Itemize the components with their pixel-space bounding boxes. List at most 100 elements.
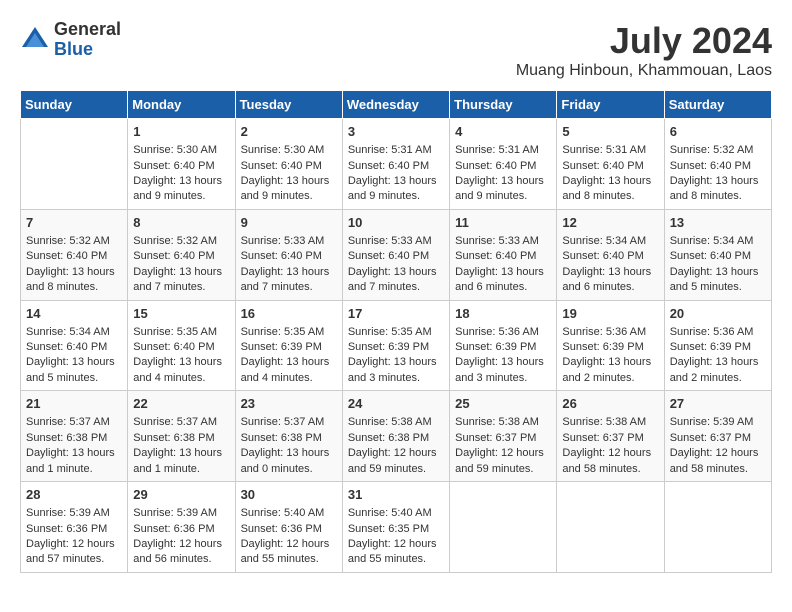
cell-content: Daylight: 13 hours	[241, 446, 337, 461]
calendar-cell: 7Sunrise: 5:32 AMSunset: 6:40 PMDaylight…	[21, 209, 128, 300]
cell-content: Daylight: 13 hours	[455, 355, 551, 370]
calendar-cell: 23Sunrise: 5:37 AMSunset: 6:38 PMDayligh…	[235, 391, 342, 482]
calendar-week-4: 21Sunrise: 5:37 AMSunset: 6:38 PMDayligh…	[21, 391, 772, 482]
cell-content: Sunrise: 5:38 AM	[562, 415, 658, 430]
calendar-cell: 20Sunrise: 5:36 AMSunset: 6:39 PMDayligh…	[664, 300, 771, 391]
cell-content: Daylight: 12 hours	[241, 537, 337, 552]
cell-content: and 5 minutes.	[26, 371, 122, 386]
cell-content: Daylight: 13 hours	[26, 446, 122, 461]
cell-content: Daylight: 13 hours	[133, 355, 229, 370]
day-number: 29	[133, 486, 229, 504]
title-area: July 2024 Muang Hinboun, Khammouan, Laos	[516, 20, 772, 80]
day-number: 22	[133, 395, 229, 413]
cell-content: and 5 minutes.	[670, 280, 766, 295]
cell-content: Daylight: 13 hours	[133, 446, 229, 461]
cell-content: Sunset: 6:36 PM	[241, 522, 337, 537]
cell-content: and 4 minutes.	[133, 371, 229, 386]
cell-content: Sunrise: 5:35 AM	[133, 325, 229, 340]
cell-content: Daylight: 13 hours	[562, 355, 658, 370]
cell-content: and 2 minutes.	[562, 371, 658, 386]
day-of-week-monday: Monday	[128, 91, 235, 119]
calendar-cell: 24Sunrise: 5:38 AMSunset: 6:38 PMDayligh…	[342, 391, 449, 482]
day-of-week-wednesday: Wednesday	[342, 91, 449, 119]
day-number: 27	[670, 395, 766, 413]
logo-blue: Blue	[54, 40, 121, 60]
cell-content: Daylight: 12 hours	[670, 446, 766, 461]
day-number: 2	[241, 123, 337, 141]
calendar-table: SundayMondayTuesdayWednesdayThursdayFrid…	[20, 90, 772, 573]
cell-content: and 57 minutes.	[26, 552, 122, 567]
day-number: 1	[133, 123, 229, 141]
cell-content: Sunset: 6:40 PM	[241, 159, 337, 174]
day-number: 7	[26, 214, 122, 232]
calendar-cell: 6Sunrise: 5:32 AMSunset: 6:40 PMDaylight…	[664, 119, 771, 210]
day-of-week-tuesday: Tuesday	[235, 91, 342, 119]
cell-content: Sunrise: 5:31 AM	[455, 143, 551, 158]
calendar-cell: 5Sunrise: 5:31 AMSunset: 6:40 PMDaylight…	[557, 119, 664, 210]
cell-content: Sunrise: 5:40 AM	[348, 506, 444, 521]
cell-content: Sunset: 6:40 PM	[562, 159, 658, 174]
cell-content: and 55 minutes.	[241, 552, 337, 567]
cell-content: and 8 minutes.	[26, 280, 122, 295]
cell-content: Daylight: 13 hours	[348, 174, 444, 189]
cell-content: and 3 minutes.	[348, 371, 444, 386]
calendar-cell: 12Sunrise: 5:34 AMSunset: 6:40 PMDayligh…	[557, 209, 664, 300]
cell-content: Sunrise: 5:30 AM	[241, 143, 337, 158]
calendar-cell: 4Sunrise: 5:31 AMSunset: 6:40 PMDaylight…	[450, 119, 557, 210]
cell-content: Daylight: 13 hours	[133, 265, 229, 280]
cell-content: Daylight: 13 hours	[26, 265, 122, 280]
day-number: 31	[348, 486, 444, 504]
day-number: 25	[455, 395, 551, 413]
cell-content: Sunset: 6:39 PM	[241, 340, 337, 355]
cell-content: Sunset: 6:40 PM	[562, 249, 658, 264]
cell-content: Sunrise: 5:32 AM	[133, 234, 229, 249]
calendar-cell	[664, 482, 771, 573]
cell-content: and 6 minutes.	[455, 280, 551, 295]
cell-content: Sunrise: 5:33 AM	[241, 234, 337, 249]
cell-content: Sunset: 6:40 PM	[133, 249, 229, 264]
cell-content: Daylight: 12 hours	[562, 446, 658, 461]
cell-content: Daylight: 13 hours	[241, 355, 337, 370]
cell-content: and 7 minutes.	[348, 280, 444, 295]
calendar-cell: 10Sunrise: 5:33 AMSunset: 6:40 PMDayligh…	[342, 209, 449, 300]
day-number: 12	[562, 214, 658, 232]
calendar-cell: 21Sunrise: 5:37 AMSunset: 6:38 PMDayligh…	[21, 391, 128, 482]
cell-content: Daylight: 13 hours	[133, 174, 229, 189]
calendar-cell	[450, 482, 557, 573]
cell-content: Daylight: 13 hours	[670, 265, 766, 280]
day-number: 28	[26, 486, 122, 504]
cell-content: and 8 minutes.	[670, 189, 766, 204]
cell-content: Daylight: 13 hours	[455, 174, 551, 189]
calendar-cell: 11Sunrise: 5:33 AMSunset: 6:40 PMDayligh…	[450, 209, 557, 300]
cell-content: Sunrise: 5:40 AM	[241, 506, 337, 521]
logo-icon	[20, 25, 50, 55]
cell-content: Daylight: 12 hours	[348, 446, 444, 461]
cell-content: and 58 minutes.	[562, 462, 658, 477]
cell-content: Sunrise: 5:37 AM	[241, 415, 337, 430]
day-number: 6	[670, 123, 766, 141]
cell-content: and 2 minutes.	[670, 371, 766, 386]
calendar-cell: 27Sunrise: 5:39 AMSunset: 6:37 PMDayligh…	[664, 391, 771, 482]
cell-content: Sunset: 6:40 PM	[26, 249, 122, 264]
cell-content: Sunset: 6:38 PM	[241, 431, 337, 446]
cell-content: Sunrise: 5:32 AM	[670, 143, 766, 158]
calendar-cell	[557, 482, 664, 573]
calendar-cell: 19Sunrise: 5:36 AMSunset: 6:39 PMDayligh…	[557, 300, 664, 391]
cell-content: Sunset: 6:36 PM	[26, 522, 122, 537]
cell-content: Sunrise: 5:31 AM	[562, 143, 658, 158]
cell-content: and 56 minutes.	[133, 552, 229, 567]
calendar-cell	[21, 119, 128, 210]
cell-content: Sunset: 6:40 PM	[241, 249, 337, 264]
day-number: 4	[455, 123, 551, 141]
cell-content: Sunset: 6:37 PM	[670, 431, 766, 446]
day-of-week-saturday: Saturday	[664, 91, 771, 119]
logo-text: General Blue	[54, 20, 121, 60]
cell-content: Sunset: 6:35 PM	[348, 522, 444, 537]
cell-content: Daylight: 12 hours	[26, 537, 122, 552]
cell-content: and 9 minutes.	[348, 189, 444, 204]
page-header: General Blue July 2024 Muang Hinboun, Kh…	[20, 20, 772, 80]
cell-content: Daylight: 13 hours	[241, 174, 337, 189]
cell-content: and 59 minutes.	[455, 462, 551, 477]
day-number: 20	[670, 305, 766, 323]
calendar-cell: 25Sunrise: 5:38 AMSunset: 6:37 PMDayligh…	[450, 391, 557, 482]
